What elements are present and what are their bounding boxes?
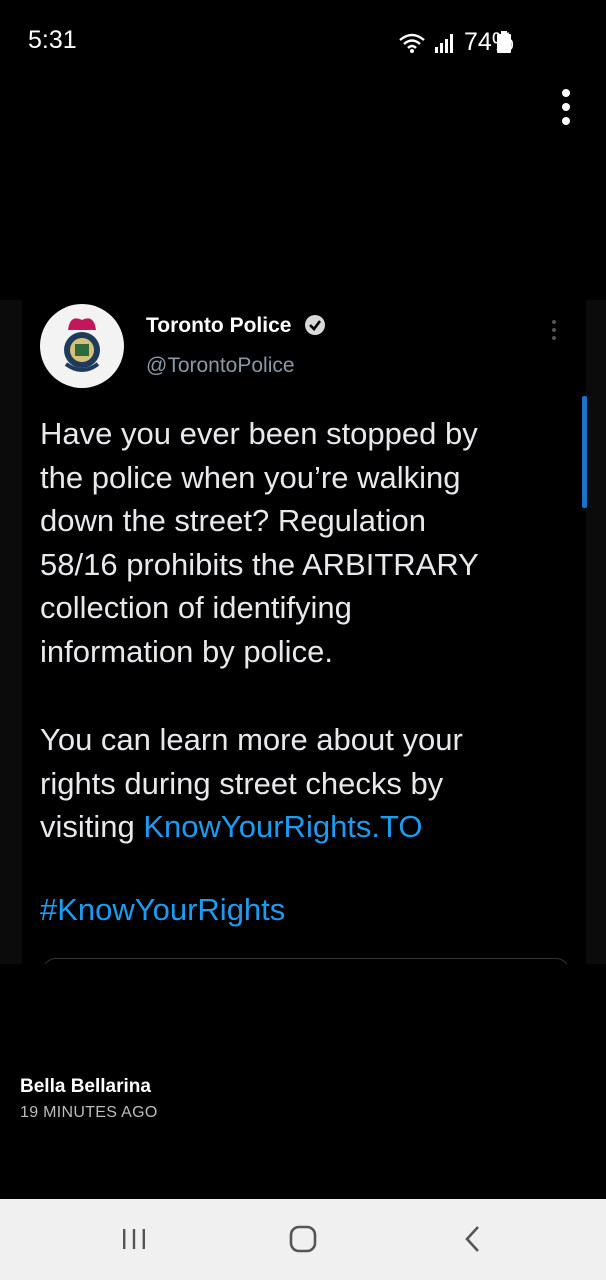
status-time: 5:31 xyxy=(28,26,77,54)
tweet-line: You can learn more about your xyxy=(40,722,463,757)
verified-badge-icon xyxy=(305,315,325,335)
author-name: Toronto Police xyxy=(146,314,292,337)
signal-icon xyxy=(434,33,453,53)
recent-apps-icon[interactable] xyxy=(114,1219,154,1259)
avatar xyxy=(40,304,124,388)
wifi-icon xyxy=(399,33,425,53)
tweet-line: rights during street checks by xyxy=(40,765,444,801)
tweet-card: Toronto Police @TorontoPolice Have you e… xyxy=(22,300,587,964)
battery-icon xyxy=(497,31,511,53)
story-image: Toronto Police @TorontoPolice Have you e… xyxy=(0,300,606,964)
police-crest-icon xyxy=(64,318,100,372)
home-icon[interactable] xyxy=(283,1219,323,1259)
status-bar: 5:31 74% xyxy=(0,0,606,80)
back-icon[interactable] xyxy=(453,1219,493,1259)
tweet-media-card-edge xyxy=(42,958,570,964)
tweet-body-second-paragraph: You can learn more about your rights dur… xyxy=(40,718,560,849)
story-author-name[interactable]: Bella Bellarina xyxy=(20,1076,151,1098)
tweet-text-prefix: visiting xyxy=(40,809,144,845)
image-edge-right xyxy=(586,300,606,964)
tweet-body: Have you ever been stopped by the police… xyxy=(40,416,479,669)
tweet-link: KnowYourRights.TO xyxy=(143,809,423,845)
image-scroll-indicator xyxy=(582,396,587,508)
image-edge-left xyxy=(0,300,22,964)
tweet-hashtag: #KnowYourRights xyxy=(40,892,286,927)
author-handle: @TorontoPolice xyxy=(146,354,295,377)
tweet-line: visiting KnowYourRights.TO xyxy=(40,805,560,849)
story-timestamp: 19 MINUTES AGO xyxy=(20,1104,158,1121)
more-options-icon[interactable] xyxy=(552,86,580,130)
system-nav-bar xyxy=(0,1199,606,1280)
tweet-more-icon xyxy=(552,320,556,340)
